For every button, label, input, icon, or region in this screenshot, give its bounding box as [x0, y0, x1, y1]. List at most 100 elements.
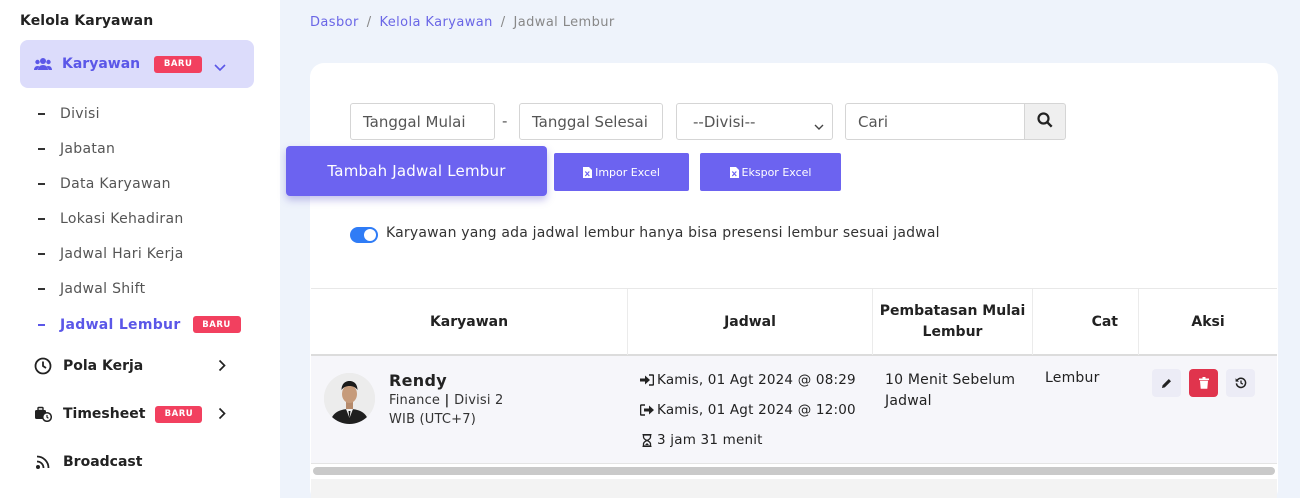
overtime-start-limit: 10 Menit Sebelum Jadwal — [885, 370, 1025, 412]
sidebar-item-label: Divisi — [60, 106, 100, 122]
division-select-value: --Divisi-- — [693, 112, 756, 131]
sidebar-item-jadwal-shift[interactable]: Jadwal Shift — [38, 281, 145, 297]
sidebar-item-jadwal-hari-kerja[interactable]: Jadwal Hari Kerja — [38, 246, 184, 262]
overtime-start-limit-line1: 10 Menit Sebelum — [885, 372, 1016, 388]
trash-icon — [1198, 374, 1209, 393]
users-icon — [34, 56, 52, 72]
employee-name: Rendy — [389, 371, 447, 390]
timesheet-icon — [34, 405, 52, 423]
sidebar-item-label: Pola Kerja — [63, 358, 144, 374]
sidebar-item-label: Timesheet — [63, 406, 146, 422]
sidebar-item-label: Broadcast — [63, 454, 143, 470]
dash-bullet — [38, 148, 45, 150]
start-date-input[interactable]: Tanggal Mulai — [350, 103, 495, 140]
toggle-knob — [364, 229, 376, 241]
date-separator: - — [502, 112, 508, 130]
sign-out-icon — [640, 404, 654, 416]
overtime-restriction-toggle[interactable] — [350, 227, 378, 243]
export-excel-button[interactable]: Ekspor Excel — [700, 153, 841, 191]
sidebar-item-label: Jadwal Lembur — [60, 316, 181, 333]
new-badge: BARU — [192, 316, 241, 333]
column-header-pembatasan: Pembatasan Mulai Lembur — [873, 289, 1033, 355]
new-badge: BARU — [155, 405, 203, 423]
history-button[interactable] — [1226, 369, 1255, 397]
horizontal-scrollbar[interactable] — [313, 467, 1275, 475]
overtime-note: Lembur — [1045, 370, 1100, 386]
schedule-end: Kamis, 01 Agt 2024 @ 12:00 — [640, 402, 856, 418]
dash-bullet — [38, 113, 45, 115]
column-header-pembatasan-line2: Lembur — [922, 324, 983, 340]
breadcrumb-current: Jadwal Lembur — [513, 15, 615, 30]
chevron-right-icon — [218, 407, 226, 424]
schedule-duration: 3 jam 31 menit — [640, 432, 763, 448]
sidebar-item-label: Data Karyawan — [60, 176, 171, 192]
column-header-jadwal: Jadwal — [628, 289, 873, 355]
schedule-end-text: Kamis, 01 Agt 2024 @ 12:00 — [657, 402, 856, 418]
column-header-aksi: Aksi — [1191, 313, 1225, 330]
sidebar-item-pola-kerja[interactable]: Pola Kerja — [34, 357, 230, 375]
dash-bullet — [38, 323, 45, 326]
add-overtime-schedule-button[interactable]: Tambah Jadwal Lembur — [286, 146, 547, 196]
pencil-icon — [1161, 374, 1172, 393]
column-header-cat: Cat — [1033, 289, 1139, 355]
edit-button[interactable] — [1152, 369, 1181, 397]
export-excel-label: Ekspor Excel — [741, 165, 812, 179]
sidebar-item-karyawan[interactable]: Karyawan BARU — [20, 40, 254, 88]
chevron-right-icon — [218, 359, 226, 376]
hourglass-icon — [640, 433, 654, 447]
search-icon — [1037, 111, 1053, 132]
employee-division: Divisi 2 — [454, 393, 504, 408]
clock-icon — [34, 357, 52, 375]
overtime-start-limit-line2: Jadwal — [885, 393, 932, 409]
sidebar-item-label: Jadwal Hari Kerja — [60, 246, 184, 262]
chevron-down-icon — [814, 117, 824, 135]
delete-button[interactable] — [1189, 369, 1218, 397]
new-badge: BARU — [154, 55, 203, 73]
sidebar-item-data-karyawan[interactable]: Data Karyawan — [38, 176, 171, 192]
toggle-label: Karyawan yang ada jadwal lembur hanya bi… — [386, 225, 940, 241]
chevron-down-icon[interactable] — [214, 57, 226, 76]
history-icon — [1235, 374, 1247, 393]
breadcrumb: Dasbor / Kelola Karyawan / Jadwal Lembur — [310, 15, 615, 30]
import-excel-button[interactable]: Impor Excel — [554, 153, 689, 191]
column-header-karyawan: Karyawan — [311, 289, 628, 355]
division-select[interactable]: --Divisi-- — [676, 103, 833, 140]
employee-department: Finance | Divisi 2 — [389, 393, 504, 408]
dash-bullet — [38, 183, 45, 185]
sidebar-section-title: Kelola Karyawan — [20, 13, 154, 29]
schedule-start: Kamis, 01 Agt 2024 @ 08:29 — [640, 372, 856, 388]
schedule-start-text: Kamis, 01 Agt 2024 @ 08:29 — [657, 372, 856, 388]
sidebar-item-label: Jadwal Shift — [60, 281, 146, 297]
avatar — [324, 373, 375, 424]
sign-in-icon — [640, 374, 654, 386]
sidebar-item-label: Lokasi Kehadiran — [60, 211, 184, 227]
sidebar-item-label: Jabatan — [60, 141, 116, 157]
breadcrumb-dasbor[interactable]: Dasbor — [310, 15, 359, 30]
sidebar-item-label: Karyawan — [62, 56, 141, 72]
sidebar-item-jabatan[interactable]: Jabatan — [38, 141, 115, 157]
sidebar: Kelola Karyawan Karyawan BARU Divisi Jab… — [0, 0, 280, 498]
file-excel-icon — [729, 166, 739, 178]
end-date-input[interactable]: Tanggal Selesai — [519, 103, 663, 140]
dash-bullet — [38, 253, 45, 255]
sidebar-item-broadcast[interactable]: Broadcast — [34, 453, 230, 471]
dash-bullet — [38, 288, 45, 290]
import-excel-label: Impor Excel — [595, 165, 660, 179]
breadcrumb-separator: / — [366, 15, 372, 30]
employee-dept: Finance — [389, 393, 441, 408]
schedule-duration-text: 3 jam 31 menit — [657, 432, 763, 448]
sidebar-item-lokasi-kehadiran[interactable]: Lokasi Kehadiran — [38, 211, 184, 227]
breadcrumb-separator: / — [500, 15, 506, 30]
dash-bullet — [38, 218, 45, 220]
search-input[interactable]: Cari — [845, 103, 1025, 140]
sidebar-item-timesheet[interactable]: Timesheet BARU — [34, 405, 230, 423]
column-header-pembatasan-line1: Pembatasan Mulai — [879, 303, 1026, 319]
sidebar-item-jadwal-lembur[interactable]: Jadwal Lembur BARU — [38, 316, 241, 333]
sidebar-item-divisi[interactable]: Divisi — [38, 106, 100, 122]
breadcrumb-kelola-karyawan[interactable]: Kelola Karyawan — [379, 15, 492, 30]
search-button[interactable] — [1024, 103, 1066, 140]
broadcast-icon — [34, 453, 52, 471]
employee-timezone: WIB (UTC+7) — [389, 412, 477, 427]
table-footer-strip — [311, 479, 1277, 498]
file-excel-icon — [583, 166, 593, 178]
